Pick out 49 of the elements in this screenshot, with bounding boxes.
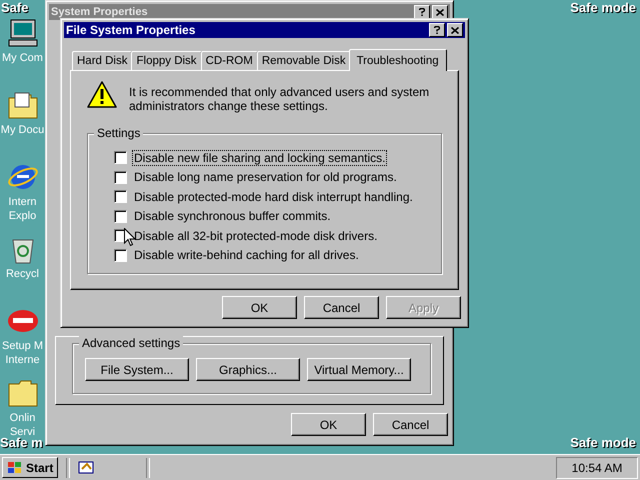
clock: 10:54 AM (556, 456, 638, 478)
checkbox-label[interactable]: Disable long name preservation for old programs. (132, 169, 399, 186)
warning-text: It is recommended that only advanced users and system administrators change these settings. (129, 85, 430, 113)
checkbox-label[interactable]: Disable synchronous buffer commits. (132, 208, 333, 224)
dialog-button[interactable]: Cancel (304, 296, 379, 319)
group-label: Settings (94, 126, 144, 140)
dialog-button[interactable]: OK (222, 296, 297, 319)
dialog-button[interactable]: OK (291, 413, 366, 436)
safe-mode-label: Safe mode (570, 0, 636, 15)
checkbox-label[interactable]: Disable new file sharing and locking semantics. (132, 150, 388, 166)
close-icon (436, 8, 444, 16)
tab[interactable]: CD-ROM (200, 51, 258, 70)
checkbox[interactable] (114, 170, 127, 184)
window-title: System Properties (51, 6, 149, 18)
mouse-cursor-icon (124, 228, 136, 247)
close-button[interactable] (447, 23, 463, 37)
windows-logo-icon (7, 460, 23, 474)
tab[interactable]: Removable Disk (256, 51, 351, 70)
checkbox[interactable] (114, 151, 127, 164)
settings-button[interactable]: File System... (85, 358, 189, 381)
folder-icon[interactable] (6, 378, 38, 408)
checkbox[interactable] (114, 210, 127, 223)
checkbox[interactable] (114, 190, 127, 204)
tab[interactable]: Hard Disk (72, 51, 132, 70)
checkbox[interactable] (114, 248, 127, 262)
dialog-button[interactable]: Cancel (373, 413, 448, 436)
settings-button[interactable]: Graphics... (196, 358, 300, 381)
window-title: File System Properties (66, 24, 196, 36)
start-button[interactable]: Start (2, 457, 58, 478)
safe-mode-label: Safe (1, 0, 28, 15)
folder-icon[interactable] (6, 90, 38, 120)
help-button[interactable] (414, 5, 430, 19)
checkbox-label[interactable]: Disable protected-mode hard disk interrupt handling. (132, 188, 415, 205)
group-label: Advanced settings (79, 336, 184, 350)
checkbox-label[interactable]: Disable write-behind caching for all drives. (132, 247, 361, 264)
warning-icon (87, 81, 117, 109)
browser-icon[interactable] (6, 162, 38, 192)
close-button[interactable] (432, 5, 448, 19)
close-icon (451, 26, 459, 34)
help-icon (434, 26, 440, 34)
settings-button[interactable]: Virtual Memory... (307, 358, 411, 381)
help-icon (419, 8, 425, 16)
tab[interactable]: Floppy Disk (131, 51, 202, 70)
tab[interactable]: Troubleshooting (348, 49, 447, 71)
safe-mode-label: Safe mode (570, 435, 636, 450)
desktop-shortcut-icon[interactable] (78, 460, 96, 476)
checkbox-label[interactable]: Disable all 32-bit protected-mode disk drivers. (132, 228, 380, 244)
computer-icon[interactable] (6, 18, 38, 48)
help-button[interactable] (429, 23, 445, 37)
